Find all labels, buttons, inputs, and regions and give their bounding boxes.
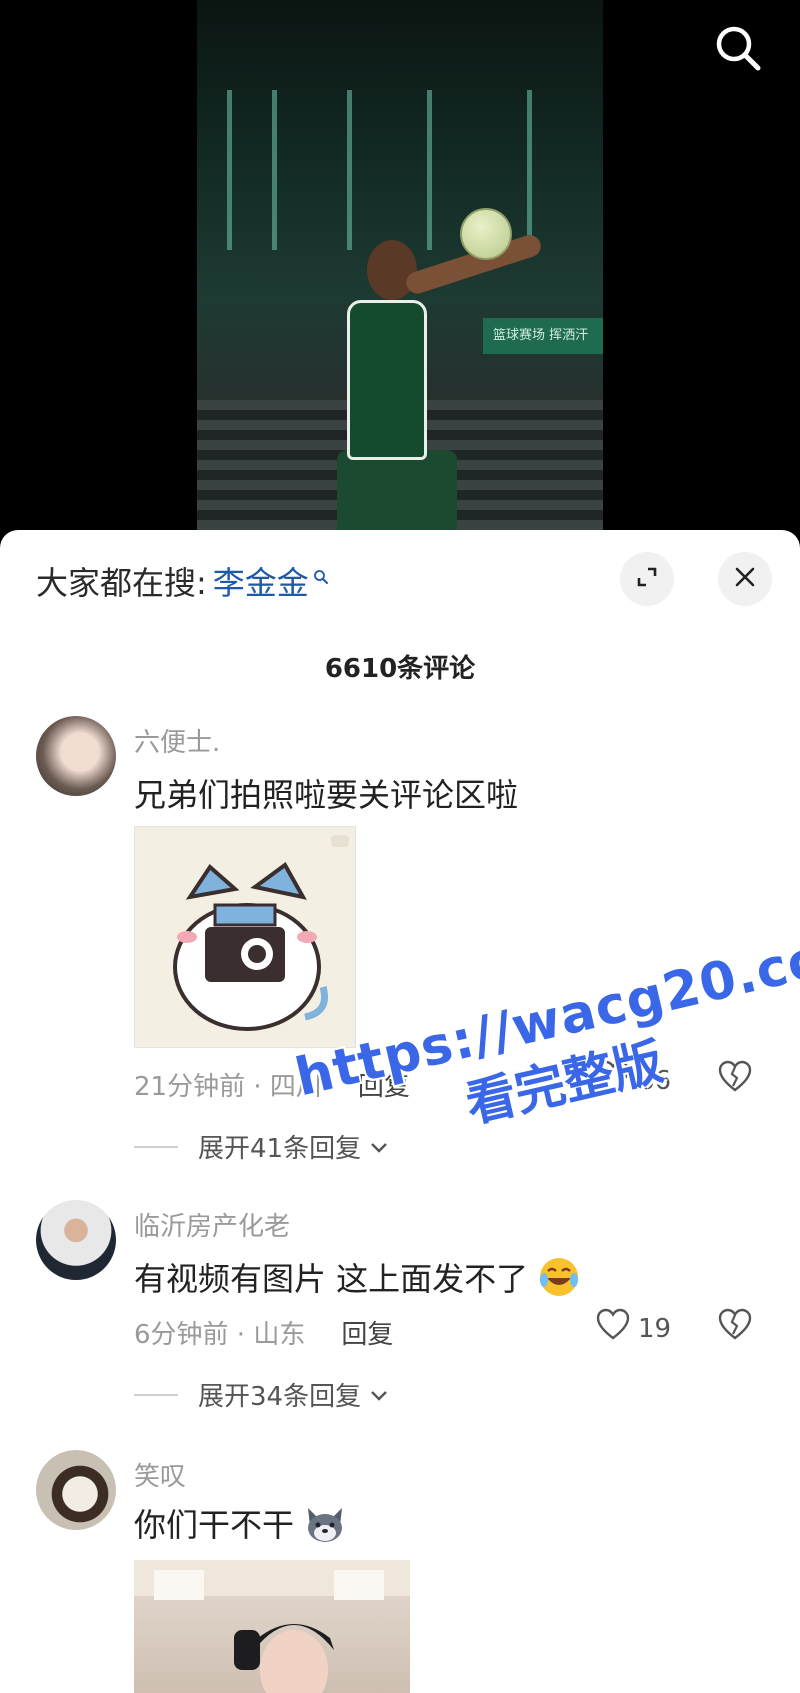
close-button[interactable] bbox=[718, 552, 772, 606]
chevron-down-icon bbox=[369, 1380, 389, 1410]
comment-text: 兄弟们拍照啦要关评论区啦 bbox=[134, 776, 519, 814]
light-beam bbox=[272, 90, 277, 250]
comment-time-location: 21分钟前 · 四川 bbox=[134, 1072, 322, 1102]
reply-button[interactable]: 回复 bbox=[341, 1314, 393, 1351]
hot-search-prefix: 大家都在搜: bbox=[36, 564, 207, 602]
video-frame: 篮球赛场 挥洒汗 bbox=[197, 0, 603, 540]
expand-icon bbox=[634, 564, 660, 594]
comment-text: 你们干不干 bbox=[134, 1500, 346, 1546]
expand-sheet-button[interactable] bbox=[620, 552, 674, 606]
comment-photo[interactable] bbox=[134, 1560, 410, 1693]
like-button[interactable]: 19 bbox=[596, 1308, 671, 1349]
avatar[interactable] bbox=[36, 1200, 116, 1280]
comment-text: 有视频有图片 这上面发不了 bbox=[134, 1254, 580, 1300]
light-beam bbox=[427, 90, 432, 250]
comment-text-content: 你们干不干 bbox=[134, 1506, 295, 1544]
husky-emoji-icon bbox=[304, 1506, 346, 1544]
close-icon bbox=[734, 566, 756, 592]
comment-sheet: 大家都在搜: 李金金 6610条评论 六便士. 兄弟们拍照啦要关评论区啦 21分… bbox=[0, 530, 800, 1693]
comment-username[interactable]: 临沂房产化老 bbox=[134, 1206, 290, 1243]
avatar[interactable] bbox=[36, 1450, 116, 1530]
player-shorts bbox=[337, 450, 457, 540]
comment-count: 6610条评论 bbox=[324, 654, 476, 684]
expand-replies-button[interactable]: 展开34条回复 bbox=[134, 1376, 389, 1413]
divider bbox=[134, 1393, 178, 1396]
comment-time-location: 6分钟前 · 山东 bbox=[134, 1320, 306, 1350]
expand-replies-label: 展开34条回复 bbox=[198, 1382, 362, 1412]
watermark: https://wacg20.com 看完整版 bbox=[290, 916, 800, 1173]
broken-heart-icon bbox=[718, 1060, 752, 1098]
light-beam bbox=[527, 90, 532, 250]
avatar[interactable] bbox=[36, 716, 116, 796]
divider bbox=[134, 1145, 178, 1148]
heart-icon bbox=[596, 1308, 630, 1349]
player-jersey bbox=[347, 300, 427, 460]
video-player[interactable]: 篮球赛场 挥洒汗 bbox=[0, 0, 800, 540]
broken-heart-icon bbox=[718, 1308, 752, 1346]
light-beam bbox=[347, 90, 352, 250]
comment-text-content: 有视频有图片 这上面发不了 bbox=[134, 1260, 529, 1298]
hot-search-term[interactable]: 李金金 bbox=[213, 558, 309, 604]
comment-meta: 6分钟前 · 山东 回复 bbox=[134, 1314, 393, 1351]
laugh-cry-emoji-icon bbox=[538, 1258, 580, 1298]
like-count: 19 bbox=[638, 1313, 672, 1344]
dislike-button[interactable] bbox=[718, 1308, 752, 1346]
light-beam bbox=[227, 90, 232, 250]
hot-search-bar[interactable]: 大家都在搜: 李金金 bbox=[36, 556, 329, 606]
comment-username[interactable]: 笑叹 bbox=[134, 1456, 186, 1493]
search-icon[interactable] bbox=[710, 20, 766, 76]
basketball bbox=[460, 208, 512, 260]
arena-ad-board: 篮球赛场 挥洒汗 bbox=[483, 318, 603, 354]
comment-sticker-image[interactable] bbox=[134, 826, 356, 1048]
search-icon bbox=[313, 555, 329, 593]
comment-username[interactable]: 六便士. bbox=[134, 722, 220, 759]
